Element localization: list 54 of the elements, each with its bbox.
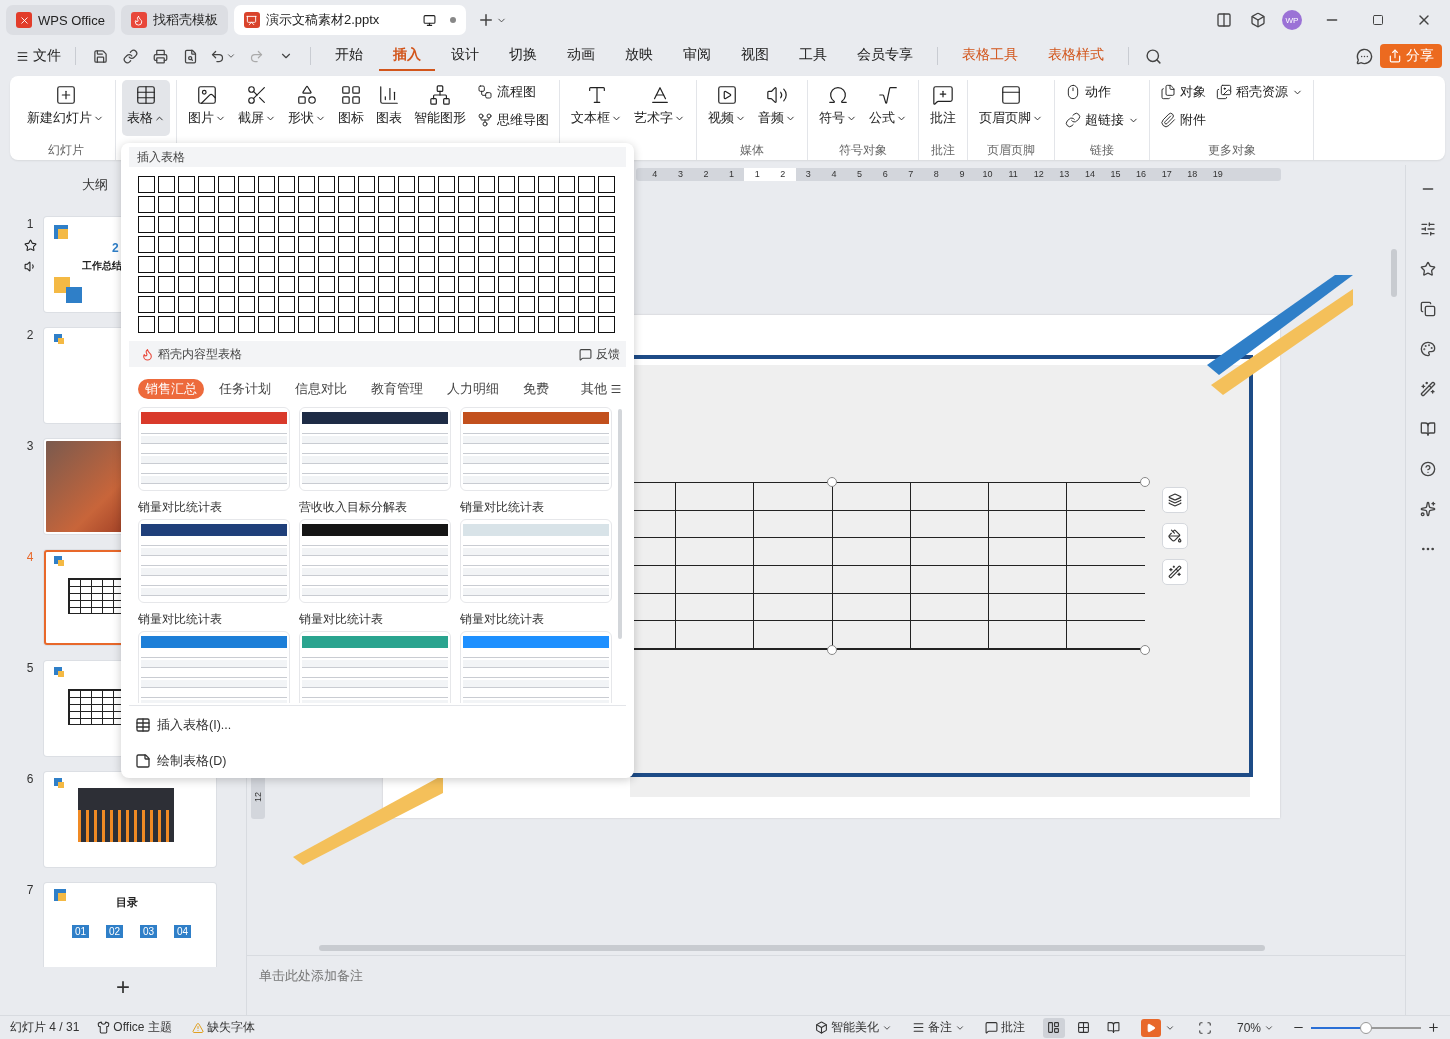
group-label: 链接 (1090, 142, 1114, 159)
ruler-number: 12 (1032, 167, 1045, 181)
slide-number: 4 (26, 550, 34, 564)
ruler-number: 18 (1186, 167, 1199, 181)
ruler-number: 17 (1160, 167, 1173, 181)
slide-number: 7 (26, 883, 34, 897)
ruler-number: 2 (702, 167, 710, 181)
slide-thumbnail-text: 目录 (116, 895, 138, 910)
template-title: 销量对比统计表 (460, 499, 545, 515)
ruler-number: 5 (856, 167, 864, 181)
group-label: 批注 (931, 142, 955, 159)
group-label: 更多对象 (1207, 142, 1256, 159)
ruler-number: 2 (769, 167, 796, 181)
template-title: 销量对比统计表 (138, 611, 223, 627)
ruler-number: 4 (830, 167, 838, 181)
slide-thumbnail-text: 04 (174, 925, 192, 938)
group-label: 幻灯片 (47, 142, 84, 159)
ruler-number: 16 (1135, 167, 1148, 181)
group-label: 页眉页脚 (987, 142, 1035, 159)
ruler-number: 6 (881, 167, 889, 181)
template-title: 营收收入目标分解表 (299, 499, 408, 515)
group-label: 媒体 (740, 142, 764, 159)
slide-thumbnail-text: 03 (140, 925, 158, 938)
slide-thumbnail-text: 工作总结 (82, 259, 122, 273)
ruler-number: 14 (1083, 167, 1096, 181)
ruler-number: 3 (804, 167, 812, 181)
slide-number: 2 (26, 328, 34, 342)
dropdown-title: 插入表格 (137, 148, 185, 166)
ruler-number: 11 (1007, 167, 1019, 181)
ruler-number: 13 (1058, 167, 1071, 181)
ruler-number: 15 (1109, 167, 1122, 181)
slide-number: 3 (26, 439, 34, 453)
ruler-number: 9 (958, 167, 966, 181)
template-title: 销量对比统计表 (460, 611, 545, 627)
ruler-number: 12 (253, 792, 263, 802)
ruler-number: 8 (932, 167, 940, 181)
slide-number: 1 (26, 217, 34, 231)
template-title: 销量对比统计表 (299, 611, 384, 627)
ruler-number: 7 (907, 167, 915, 181)
slide-number: 5 (26, 661, 34, 675)
ruler-number: 1 (744, 167, 770, 181)
slide-thumbnail-text: 01 (72, 925, 90, 938)
slide-number: 6 (26, 772, 34, 786)
group-label: 符号对象 (839, 142, 887, 159)
ruler-number: 19 (1211, 167, 1224, 181)
ruler-number: 3 (676, 167, 684, 181)
slide-thumbnail-text: 2 (112, 241, 119, 255)
slide-counter: 幻灯片 4 / 31 (10, 1019, 80, 1036)
slide-thumbnail-text: 02 (106, 925, 124, 938)
ruler-number: 10 (981, 167, 994, 181)
docer-label: 稻壳内容型表格 (158, 345, 242, 363)
template-title: 销量对比统计表 (138, 499, 223, 515)
ruler-number: 1 (728, 167, 736, 181)
ruler-number: 4 (651, 167, 659, 181)
